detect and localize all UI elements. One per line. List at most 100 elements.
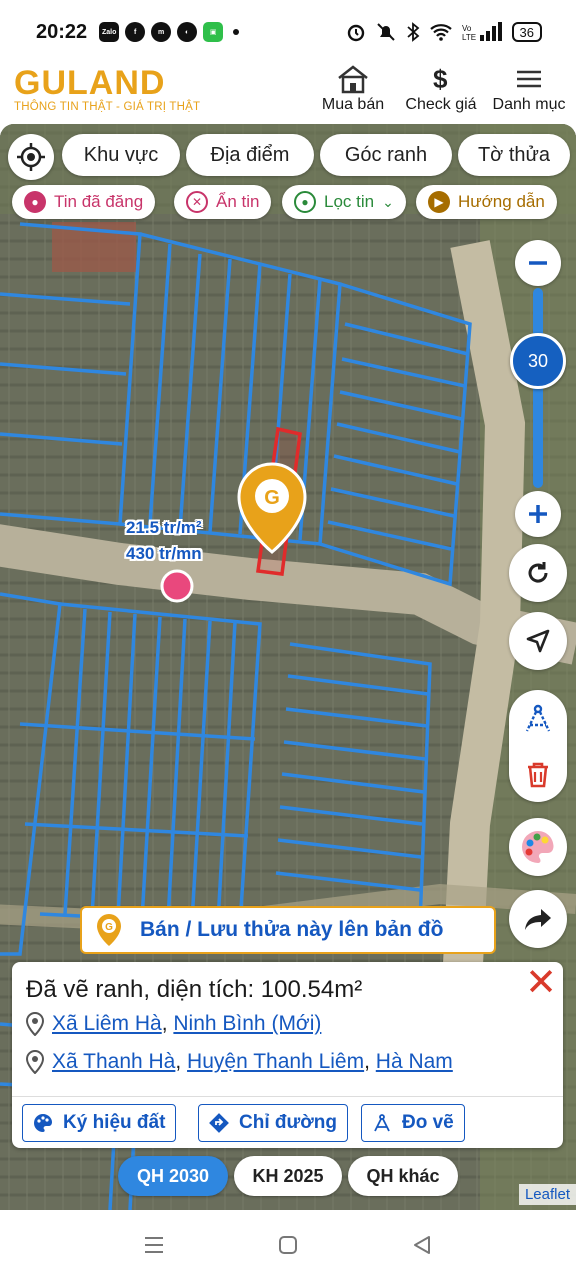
province-link[interactable]: Ninh Bình (Mới) — [173, 1012, 321, 1035]
menu-icon — [517, 70, 541, 88]
nav-menu[interactable]: Danh mục — [492, 64, 566, 114]
bluetooth-icon — [406, 22, 419, 42]
chrome-icon: ◐ — [177, 22, 198, 42]
guide-label: Hướng dẫn — [458, 192, 545, 211]
more-notifications-dot — [233, 29, 240, 35]
commune-link[interactable]: Xã Liêm Hà — [52, 1012, 162, 1035]
land-symbol-label: Ký hiệu đất — [63, 1112, 166, 1133]
status-system-icons: Vo LTE 36 — [346, 22, 542, 42]
guland-pin-icon: G — [97, 914, 121, 946]
sell-save-parcel-button[interactable]: G Bán / Lưu thửa này lên bản đồ — [80, 906, 496, 954]
palette-icon: ● — [24, 191, 46, 213]
zoom-slider-handle[interactable]: 30 — [510, 333, 566, 389]
old-commune-link[interactable]: Xã Thanh Hà — [52, 1050, 175, 1073]
system-navigation-bar — [0, 1210, 576, 1280]
directions-button[interactable]: Chỉ đường — [198, 1104, 348, 1142]
hide-listings-label: Ẩn tin — [216, 192, 260, 211]
filter-listings-pill[interactable]: ● Lọc tin ⌄ — [282, 185, 406, 219]
minus-icon — [529, 261, 547, 265]
home-icon[interactable] — [277, 1234, 299, 1256]
svg-text:G: G — [105, 922, 113, 933]
old-province-link[interactable]: Hà Nam — [376, 1050, 453, 1073]
price-per-m2: 21.5 tr/m² — [126, 518, 202, 537]
sell-save-label: Bán / Lưu thửa này lên bản đồ — [140, 918, 444, 941]
parcel-area-title: Đã vẽ ranh, diện tích: 100.54m² — [26, 976, 363, 1003]
navigate-button[interactable] — [509, 612, 567, 670]
zoom-out-button[interactable] — [515, 240, 561, 286]
status-time: 20:22 — [36, 20, 88, 43]
filter-listings-label: Lọc tin — [324, 192, 375, 211]
tab-qh-other[interactable]: QH khác — [348, 1156, 458, 1196]
posted-listings-pill[interactable]: ● Tin đã đăng — [12, 185, 156, 219]
measure-label: Đo vẽ — [402, 1112, 454, 1133]
signal-icon: VoLTE — [462, 22, 502, 42]
svg-text:LTE: LTE — [462, 33, 476, 42]
measure-button[interactable]: Đo vẽ — [361, 1104, 465, 1142]
palette-icon — [522, 831, 554, 863]
x-circle-icon: ✕ — [186, 191, 208, 213]
alarm-icon — [347, 24, 364, 42]
logo-text: GULAND — [14, 64, 166, 102]
card-divider — [12, 1096, 563, 1097]
price-marker-dot[interactable] — [160, 569, 194, 603]
location-pin-icon — [26, 1050, 44, 1074]
play-icon: ▶ — [428, 191, 450, 213]
filter-place[interactable]: Địa điểm — [186, 134, 314, 176]
header-nav: Mua bán $ Check giá Danh mục — [318, 64, 566, 114]
location-pin-icon — [26, 1012, 44, 1036]
guland-logo[interactable]: GULAND THÔNG TIN THẬT - GIÁ TRỊ THẬT — [14, 66, 200, 114]
nav-check-price[interactable]: $ Check giá — [405, 64, 476, 114]
nav-buy-sell-label: Mua bán — [321, 96, 385, 113]
mute-icon — [376, 23, 395, 41]
share-arrow-icon — [525, 909, 551, 930]
parcel-info-card: Đã vẽ ranh, diện tích: 100.54m² ✕ Xã Liê… — [12, 962, 563, 1148]
messages-icon: ▣ — [203, 22, 224, 42]
map-style-button[interactable] — [509, 818, 567, 876]
locate-me-button[interactable] — [8, 134, 54, 180]
draw-tools-group — [509, 690, 567, 802]
share-button[interactable] — [509, 890, 567, 948]
back-icon[interactable] — [411, 1234, 433, 1256]
directions-icon — [209, 1113, 229, 1133]
tab-qh-2030[interactable]: QH 2030 — [118, 1156, 228, 1196]
house-icon — [338, 65, 368, 94]
leaflet-attribution[interactable]: Leaflet — [518, 1184, 576, 1205]
status-bar: 20:22 Zalo f m ◐ ▣ Vo LTE 36 — [0, 0, 576, 64]
recent-apps-icon[interactable] — [143, 1234, 165, 1256]
chevron-down-icon: ⌄ — [382, 193, 394, 210]
price-per-front: 430 tr/mn — [126, 544, 202, 563]
zoom-in-button[interactable] — [515, 491, 561, 537]
palette-icon — [34, 1114, 52, 1132]
filter-sheet[interactable]: Tờ thửa — [458, 134, 570, 176]
compass-draw-icon — [374, 1114, 390, 1132]
filter-region[interactable]: Khu vực — [62, 134, 180, 176]
location-pin-icon: ● — [294, 191, 316, 213]
land-symbol-button[interactable]: Ký hiệu đất — [22, 1104, 177, 1142]
nav-buy-sell[interactable]: Mua bán — [318, 64, 388, 114]
svg-text:Vo: Vo — [462, 24, 472, 33]
svg-text:$: $ — [433, 64, 448, 94]
old-district-link[interactable]: Huyện Thanh Liêm — [187, 1050, 364, 1073]
tab-kh-2025[interactable]: KH 2025 — [234, 1156, 342, 1196]
guide-pill[interactable]: ▶ Hướng dẫn — [416, 185, 557, 219]
logo-tagline: THÔNG TIN THẬT - GIÁ TRỊ THẬT — [14, 101, 201, 113]
plus-icon — [529, 505, 547, 523]
address-new: Xã Liêm Hà, Ninh Bình (Mới) — [26, 1012, 321, 1036]
battery-indicator: 36 — [511, 22, 542, 42]
posted-listings-label: Tin đã đăng — [54, 192, 144, 211]
zalo-icon: Zalo — [99, 22, 120, 42]
close-icon[interactable]: ✕ — [525, 964, 557, 1002]
wifi-icon — [429, 24, 452, 41]
app-header: GULAND THÔNG TIN THẬT - GIÁ TRỊ THẬT Mua… — [0, 64, 576, 124]
navigation-arrow-icon — [526, 629, 550, 653]
filter-corner[interactable]: Góc ranh — [320, 134, 452, 176]
dollar-icon: $ — [433, 64, 448, 94]
hide-listings-pill[interactable]: ✕ Ẩn tin — [174, 185, 272, 219]
trash-icon[interactable] — [525, 761, 551, 789]
address-old: Xã Thanh Hà, Huyện Thanh Liêm, Hà Nam — [26, 1050, 453, 1074]
status-app-icons: Zalo f m ◐ ▣ — [99, 22, 240, 42]
refresh-button[interactable] — [509, 544, 567, 602]
compass-draw-icon[interactable] — [522, 703, 554, 735]
directions-label: Chỉ đường — [239, 1112, 337, 1133]
nav-menu-label: Danh mục — [492, 96, 566, 113]
